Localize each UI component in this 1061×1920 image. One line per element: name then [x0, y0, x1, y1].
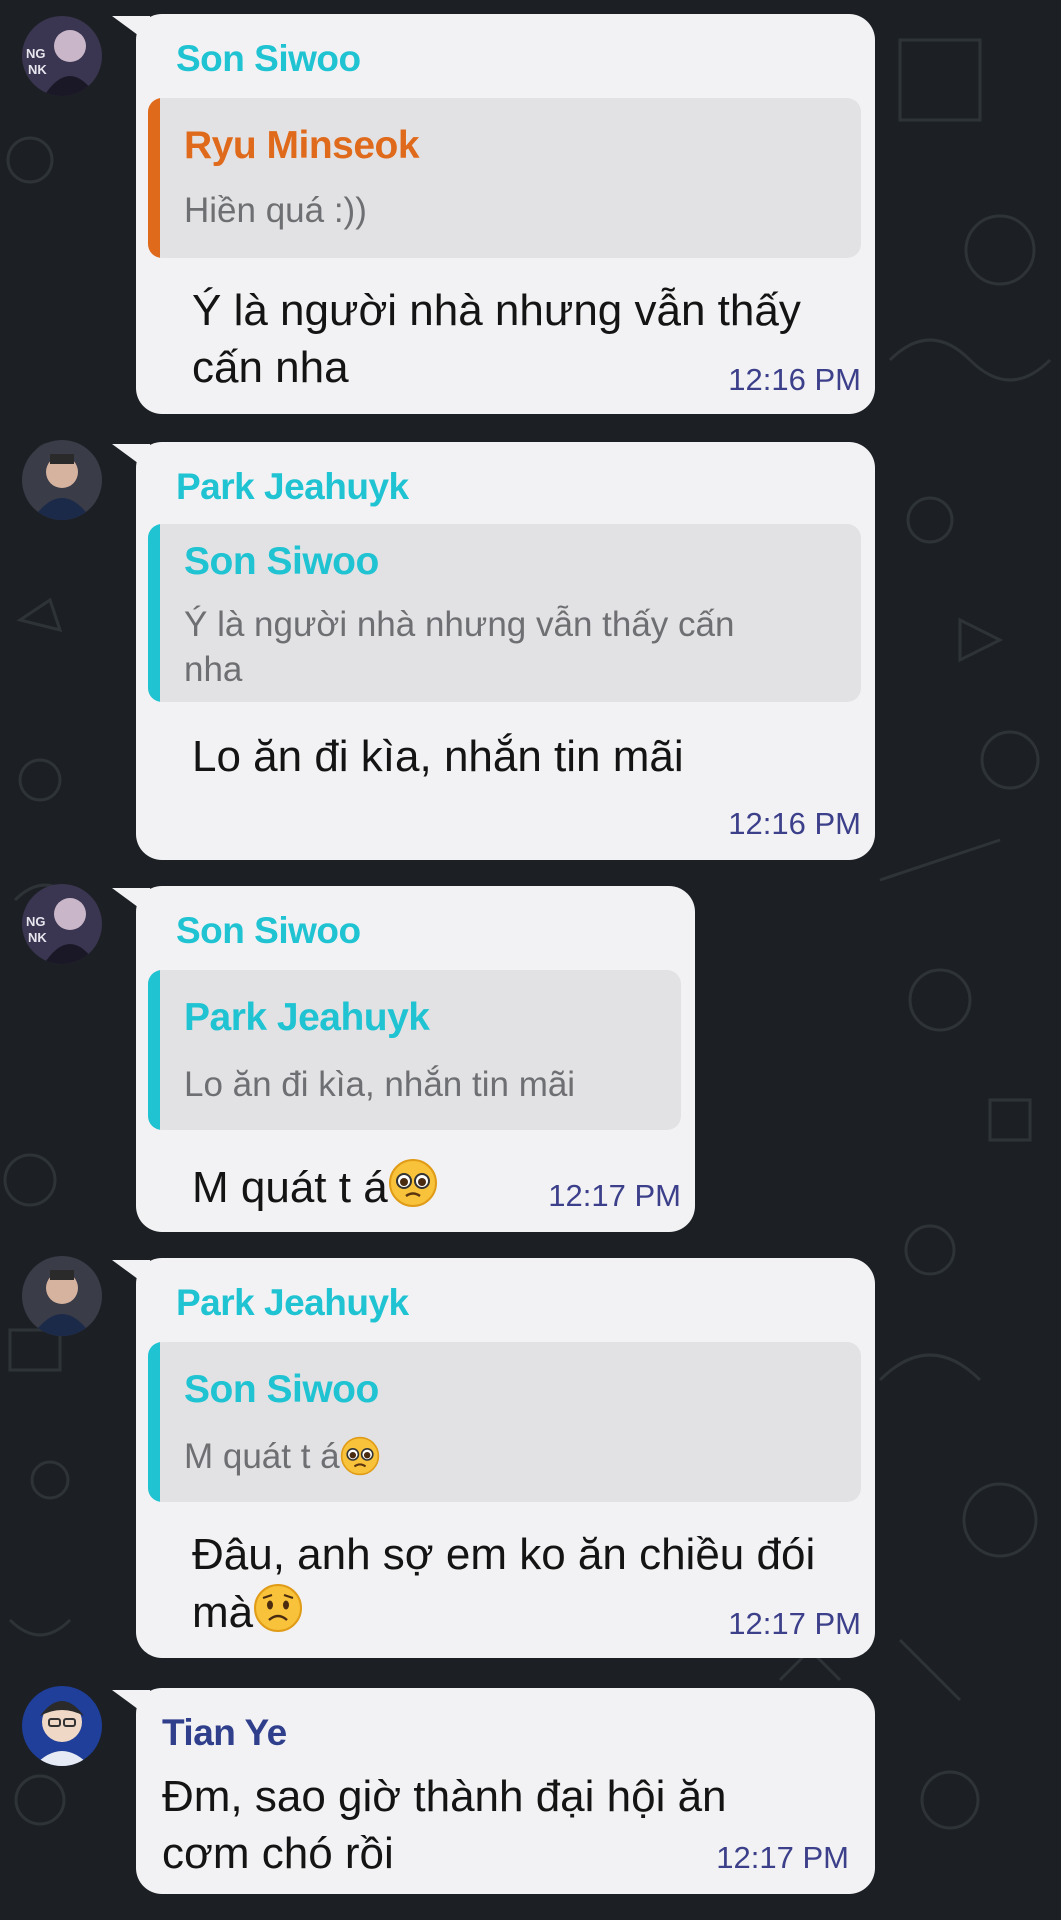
message-bubble[interactable]: Son Siwoo Park Jeahuyk Lo ăn đi kìa, nhắ… [136, 886, 695, 1232]
message-time: 12:17 PM [728, 1606, 861, 1641]
sender-name[interactable]: Tian Ye [162, 1712, 287, 1754]
message-time: 12:16 PM [728, 362, 861, 397]
message-text-line: Đm, sao giờ thành đại hội ăn [162, 1772, 727, 1821]
quote-author: Son Siwoo [184, 1368, 379, 1411]
reply-quote[interactable]: Son Siwoo Ý là người nhà nhưng vẫn thấy … [148, 524, 861, 702]
sender-name[interactable]: Son Siwoo [176, 910, 361, 952]
message-text-content: M quát t á [192, 1163, 388, 1212]
message-text: Đâu, anh sợ em ko ăn chiều đói mà [192, 1526, 815, 1641]
son-siwoo-avatar[interactable]: NG NK [22, 16, 102, 96]
reply-quote[interactable]: Park Jeahuyk Lo ăn đi kìa, nhắn tin mãi [148, 970, 681, 1130]
quote-text: M quát t á [184, 1434, 380, 1479]
quote-text-line: nha [184, 650, 243, 689]
sender-name[interactable]: Park Jeahuyk [176, 466, 409, 508]
quote-bar [148, 98, 160, 258]
quote-text: Hiền quá :)) [184, 191, 367, 230]
svg-text:NG: NG [26, 914, 46, 929]
message-time: 12:16 PM [728, 806, 861, 841]
tian-ye-avatar[interactable] [22, 1686, 102, 1766]
pleading-face-emoji [340, 1436, 379, 1476]
svg-text:NK: NK [28, 62, 47, 77]
quote-text-line: Ý là người nhà nhưng vẫn thấy cấn [184, 605, 735, 644]
park-jeahuyk-avatar[interactable] [22, 1256, 102, 1336]
message-text-line: mà [192, 1588, 254, 1637]
quote-author: Park Jeahuyk [184, 996, 430, 1039]
message-text-line-with-emoji: mà [192, 1583, 815, 1641]
message-text: Đm, sao giờ thành đại hội ăn cơm chó rồi [162, 1768, 727, 1882]
quote-bar [148, 524, 160, 702]
park-jeahuyk-avatar[interactable] [22, 440, 102, 520]
sender-name[interactable]: Park Jeahuyk [176, 1282, 409, 1324]
worried-face-emoji [254, 1584, 303, 1632]
svg-text:NG: NG [26, 46, 46, 61]
reply-quote[interactable]: Ryu Minseok Hiền quá :)) [148, 98, 861, 258]
message-bubble[interactable]: Tian Ye Đm, sao giờ thành đại hội ăn cơm… [136, 1688, 875, 1894]
message-text: Ý là người nhà nhưng vẫn thấy cấn nha [192, 282, 801, 396]
message-time: 12:17 PM [548, 1178, 681, 1213]
message-text-line: Ý là người nhà nhưng vẫn thấy [192, 286, 801, 335]
svg-text:NK: NK [28, 930, 47, 945]
message-time: 12:17 PM [716, 1840, 849, 1875]
message-text-line: Đâu, anh sợ em ko ăn chiều đói [192, 1530, 816, 1579]
reply-quote[interactable]: Son Siwoo M quát t á [148, 1342, 861, 1502]
quote-text: Lo ăn đi kìa, nhắn tin mãi [184, 1065, 576, 1104]
pleading-face-emoji [388, 1159, 437, 1207]
message-bubble[interactable]: Park Jeahuyk Son Siwoo Ý là người nhà nh… [136, 442, 875, 860]
quote-bar [148, 1342, 160, 1502]
message-text: M quát t á [192, 1158, 438, 1216]
message-text: Lo ăn đi kìa, nhắn tin mãi [192, 728, 684, 785]
son-siwoo-avatar[interactable]: NG NK [22, 884, 102, 964]
quote-text-content: M quát t á [184, 1437, 340, 1476]
message-text-line: cơm chó rồi [162, 1829, 394, 1878]
quote-bar [148, 970, 160, 1130]
message-text-line: cấn nha [192, 343, 349, 392]
sender-name[interactable]: Son Siwoo [176, 38, 361, 80]
message-bubble[interactable]: Son Siwoo Ryu Minseok Hiền quá :)) Ý là … [136, 14, 875, 414]
quote-author: Ryu Minseok [184, 124, 420, 167]
quote-author: Son Siwoo [184, 540, 379, 583]
message-text-line: Lo ăn đi kìa, nhắn tin mãi [192, 732, 684, 781]
quote-text: Ý là người nhà nhưng vẫn thấy cấn nha [184, 602, 734, 692]
message-bubble[interactable]: Park Jeahuyk Son Siwoo M quát t á Đâu, a… [136, 1258, 875, 1658]
